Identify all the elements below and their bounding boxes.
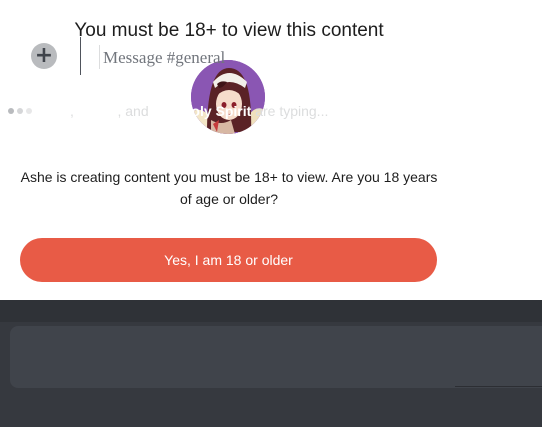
add-attachment-icon[interactable]: + (31, 43, 57, 69)
composer-divider (455, 386, 542, 387)
confirm-age-button[interactable]: Yes, I am 18 or older (20, 238, 437, 282)
typing-separator-2: , and (117, 103, 153, 119)
discord-chat-area (0, 300, 542, 427)
typing-user-3: The Holy Spirit (152, 103, 252, 119)
typing-separator-1: , (70, 103, 78, 119)
typing-user-1: God (42, 103, 70, 119)
chat-top-strip (0, 300, 542, 322)
composer-separator (80, 37, 81, 75)
modal-title: You must be 18+ to view this content (74, 20, 384, 41)
message-composer (10, 326, 542, 388)
message-input[interactable] (101, 42, 525, 74)
typing-user-2: Jesus (77, 103, 118, 119)
typing-suffix: are typing... (251, 103, 329, 119)
typing-indicator: God, Jesus, and The Holy Spirit are typi… (8, 101, 328, 121)
age-gate-description: Ashe is creating content you must be 18+… (20, 169, 438, 207)
typing-dots-icon (8, 108, 32, 114)
text-caret (99, 45, 100, 69)
page: You must be 18+ to view this content Ash… (0, 0, 542, 427)
